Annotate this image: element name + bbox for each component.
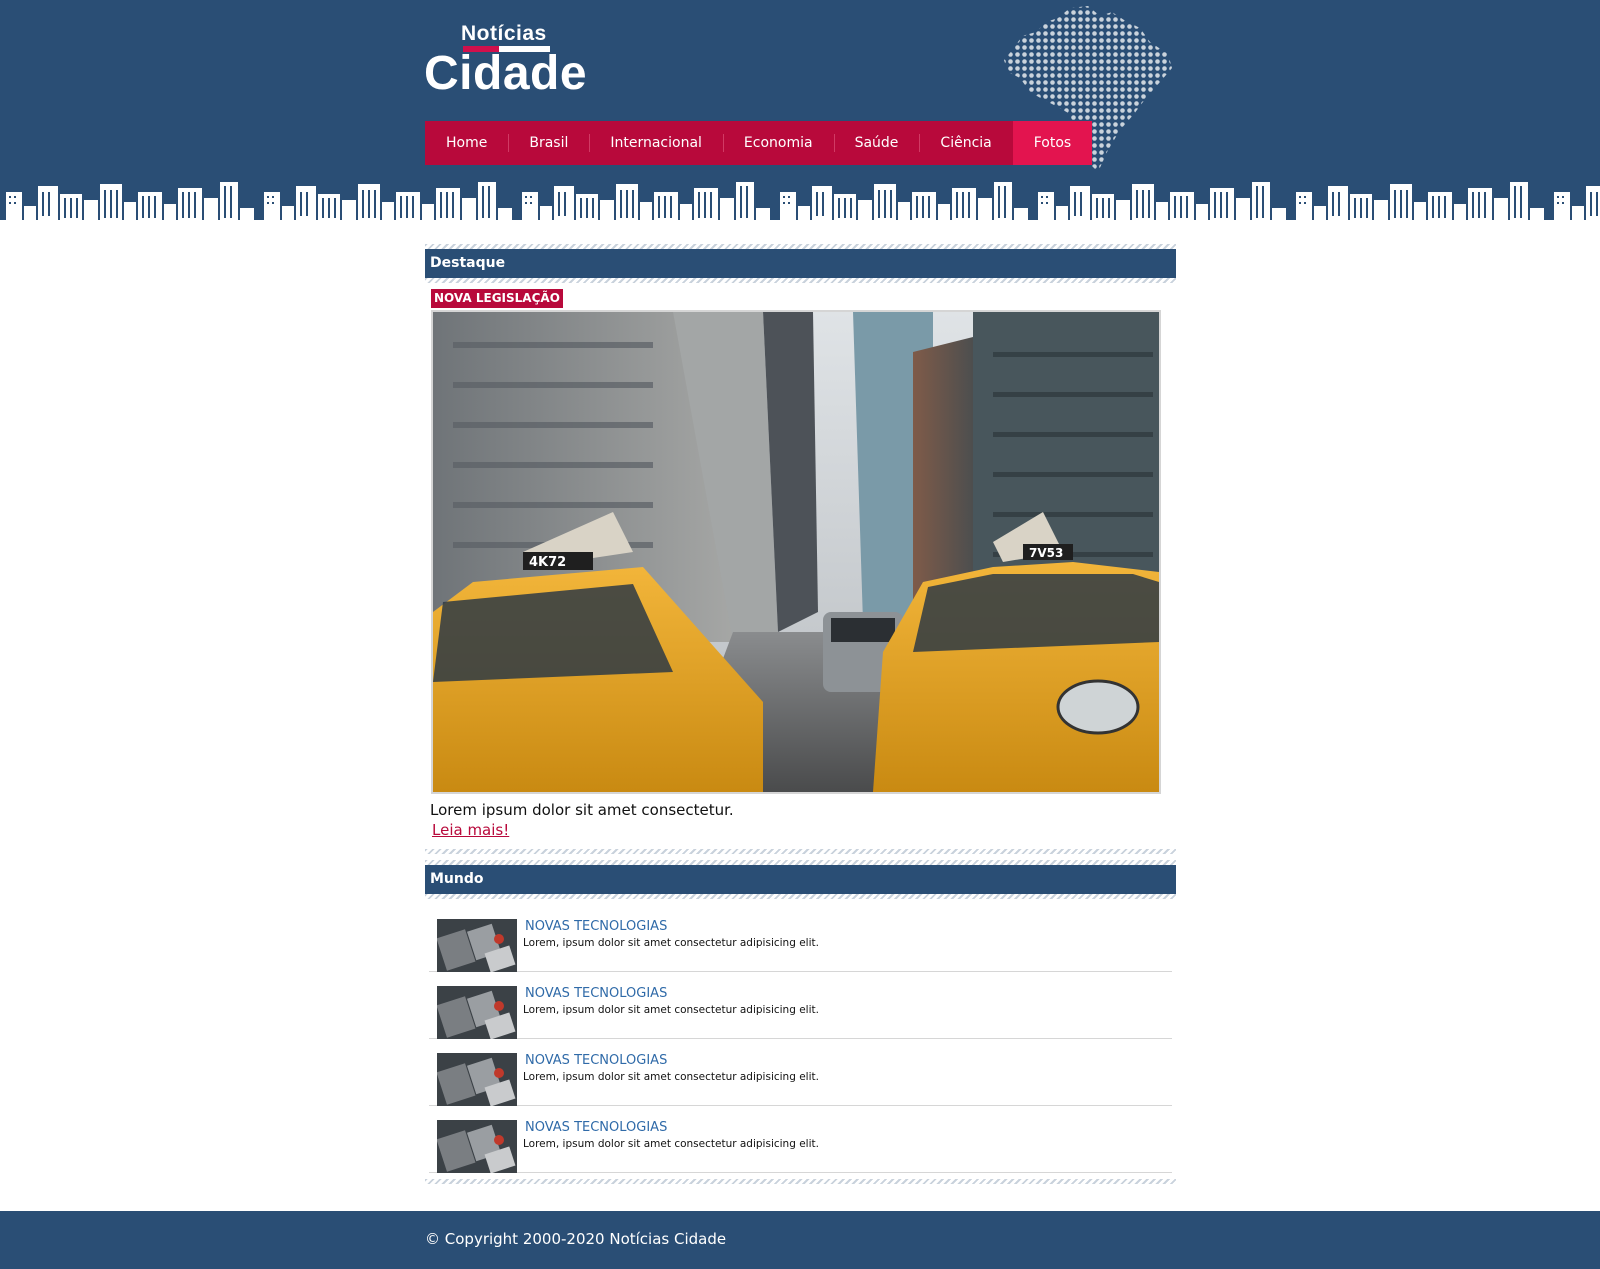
list-item[interactable]: NOVAS TECNOLOGIAS Lorem, ipsum dolor sit… — [429, 972, 1172, 1039]
news-item-title[interactable]: NOVAS TECNOLOGIAS — [525, 986, 667, 1001]
notebook-photo-icon — [437, 1053, 517, 1106]
section-heading-destaque: Destaque — [425, 249, 1176, 278]
news-item-title[interactable]: NOVAS TECNOLOGIAS — [525, 1120, 667, 1135]
hatch-divider — [425, 278, 1176, 283]
notebook-photo-icon — [437, 1120, 517, 1173]
main-nav: Home Brasil Internacional Economia Saúde… — [425, 121, 1093, 165]
copyright-text: © Copyright 2000-2020 Notícias Cidade — [425, 1230, 727, 1248]
logo-text-top[interactable]: Notícias — [461, 22, 547, 46]
taxi-street-image: 4K72 7V53 — [433, 312, 1159, 792]
hatch-divider — [425, 894, 1176, 899]
hatch-divider — [425, 1179, 1176, 1184]
svg-text:7V53: 7V53 — [1029, 546, 1063, 560]
site-footer: © Copyright 2000-2020 Notícias Cidade — [0, 1211, 1600, 1269]
hatch-divider — [425, 849, 1176, 854]
featured-photo[interactable]: 4K72 7V53 — [431, 310, 1161, 794]
news-thumbnail[interactable] — [437, 1120, 517, 1173]
news-thumbnail[interactable] — [437, 1053, 517, 1106]
main-content: Destaque NOVA LEGISLAÇÃO 4K72 7V53 Lorem… — [425, 244, 1176, 1184]
nav-item-home[interactable]: Home — [425, 121, 508, 165]
nav-item-economia[interactable]: Economia — [722, 121, 834, 165]
news-item-title[interactable]: NOVAS TECNOLOGIAS — [525, 1053, 667, 1068]
section-heading-mundo: Mundo — [425, 865, 1176, 894]
news-item-text: Lorem, ipsum dolor sit amet consectetur … — [523, 937, 819, 949]
nav-item-ciencia[interactable]: Ciência — [919, 121, 1012, 165]
nav-item-internacional[interactable]: Internacional — [589, 121, 723, 165]
list-item[interactable]: NOVAS TECNOLOGIAS Lorem, ipsum dolor sit… — [429, 1039, 1172, 1106]
read-more-link[interactable]: Leia mais! — [432, 821, 509, 839]
city-skyline-banner — [0, 180, 1600, 230]
news-item-text: Lorem, ipsum dolor sit amet consectetur … — [523, 1004, 819, 1016]
news-thumbnail[interactable] — [437, 986, 517, 1039]
svg-text:4K72: 4K72 — [529, 555, 566, 570]
featured-caption: Lorem ipsum dolor sit amet consectetur. — [430, 801, 734, 819]
news-list: NOVAS TECNOLOGIAS Lorem, ipsum dolor sit… — [425, 905, 1176, 1173]
list-item[interactable]: NOVAS TECNOLOGIAS Lorem, ipsum dolor sit… — [429, 1106, 1172, 1173]
site-header: Notícias Cidade Home Brasil Internaciona… — [0, 0, 1600, 184]
notebook-photo-icon — [437, 919, 517, 972]
logo-text-bottom[interactable]: Cidade — [424, 46, 587, 101]
news-item-text: Lorem, ipsum dolor sit amet consectetur … — [523, 1071, 819, 1083]
list-item[interactable]: NOVAS TECNOLOGIAS Lorem, ipsum dolor sit… — [429, 905, 1172, 972]
category-tag[interactable]: NOVA LEGISLAÇÃO — [431, 289, 563, 308]
news-item-text: Lorem, ipsum dolor sit amet consectetur … — [523, 1138, 819, 1150]
nav-item-saude[interactable]: Saúde — [833, 121, 920, 165]
nav-item-fotos[interactable]: Fotos — [1012, 121, 1093, 165]
skyline-icon — [0, 180, 1600, 230]
news-thumbnail[interactable] — [437, 919, 517, 972]
news-item-title[interactable]: NOVAS TECNOLOGIAS — [525, 919, 667, 934]
notebook-photo-icon — [437, 986, 517, 1039]
nav-item-brasil[interactable]: Brasil — [508, 121, 589, 165]
